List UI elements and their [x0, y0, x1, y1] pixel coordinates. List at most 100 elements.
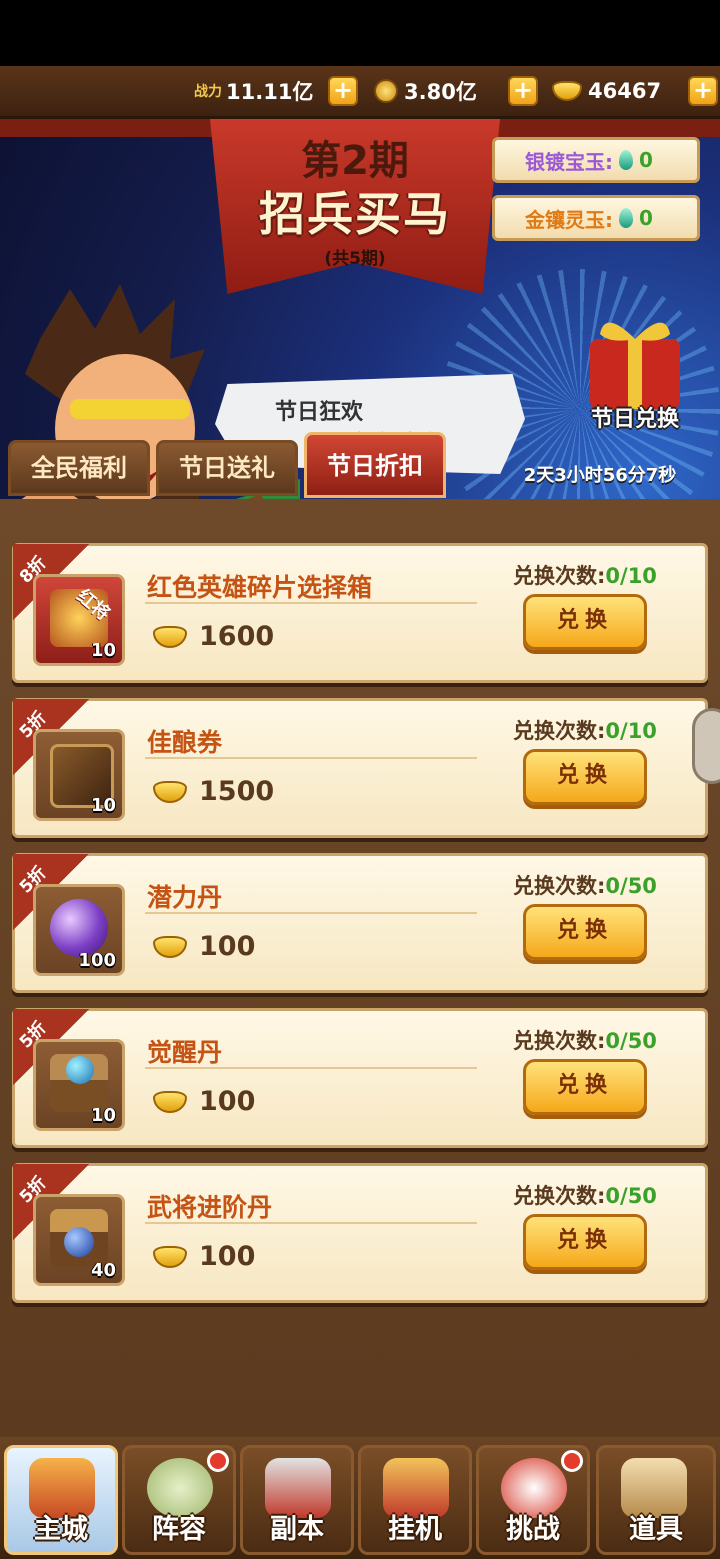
ingot-icon	[153, 625, 187, 648]
item-price: 1500	[153, 776, 274, 807]
price-value: 1500	[199, 776, 275, 807]
exchange-button[interactable]: 兑换	[523, 1059, 647, 1115]
festival-exchange-label[interactable]: 节日兑换	[572, 401, 698, 433]
ingot-value: 46467	[588, 79, 662, 103]
exchange-count: 兑换次数:0/50	[513, 1180, 657, 1210]
coin-icon	[374, 79, 398, 103]
countdown-timer: 2天3小时56分7秒	[523, 465, 677, 486]
nav-lineup[interactable]: 阵容	[122, 1445, 236, 1555]
coin-plus-button[interactable]: +	[508, 76, 538, 106]
slogan-line-1: 节日狂欢	[275, 400, 364, 425]
price-value: 100	[199, 1241, 256, 1272]
ingot-icon	[153, 1090, 187, 1113]
nav-label: 主城	[34, 1514, 88, 1545]
coin-display: 3.80亿	[374, 76, 477, 106]
item-icon-frame[interactable]: 40	[33, 1194, 125, 1286]
exchange-count: 兑换次数:0/50	[513, 1025, 657, 1055]
item-icon-frame[interactable]: 10	[33, 729, 125, 821]
item-icon-frame[interactable]: 红将 10	[33, 574, 125, 666]
coin-value: 3.80亿	[404, 80, 477, 104]
exchange-button[interactable]: 兑换	[523, 749, 647, 805]
item-quantity: 100	[78, 950, 116, 971]
gift-box-icon[interactable]	[580, 309, 690, 409]
tab-gift[interactable]: 节日送礼	[156, 440, 298, 496]
gold-jade-icon	[619, 208, 633, 228]
nav-idle[interactable]: 挂机	[358, 1445, 472, 1555]
ingot-plus-button[interactable]: +	[688, 76, 718, 106]
list-item: 8折 红将 10 红色英雄碎片选择箱 1600 兑换次数:0/10 兑换	[12, 543, 708, 683]
nav-label: 挑战	[506, 1514, 560, 1545]
divider	[145, 757, 477, 759]
potential-pill-icon	[50, 899, 108, 957]
exchange-button[interactable]: 兑换	[523, 594, 647, 650]
ingot-display: 46467	[552, 76, 661, 106]
count-value: 0/50	[605, 874, 657, 898]
nav-label: 阵容	[152, 1514, 206, 1545]
notification-dot	[561, 1450, 583, 1472]
item-name: 觉醒丹	[147, 1038, 223, 1067]
exchange-button[interactable]: 兑换	[523, 1214, 647, 1270]
item-quantity: 10	[90, 795, 116, 816]
count-label: 兑换次数:	[513, 1029, 606, 1053]
item-price: 1600	[153, 621, 274, 652]
list-item: 5折 100 潜力丹 100 兑换次数:0/50 兑换	[12, 853, 708, 993]
price-value: 100	[199, 1086, 256, 1117]
item-name: 佳酿券	[147, 728, 223, 757]
system-status-bar	[0, 0, 720, 66]
price-value: 100	[199, 931, 256, 962]
exchange-count: 兑换次数:0/10	[513, 715, 657, 745]
divider	[145, 602, 477, 604]
nav-items[interactable]: 道具	[596, 1445, 716, 1555]
item-quantity: 10	[90, 1105, 116, 1126]
orb-icon	[66, 1056, 94, 1084]
nav-challenge[interactable]: 挑战	[476, 1445, 590, 1555]
nav-main-city[interactable]: 主城	[4, 1445, 118, 1555]
item-price: 100	[153, 1086, 255, 1117]
resource-bar: 战力 11.11亿 + 3.80亿 + 46467 +	[0, 66, 720, 119]
item-name: 红色英雄碎片选择箱	[147, 573, 373, 602]
list-item: 5折 10 觉醒丹 100 兑换次数:0/50 兑换	[12, 1008, 708, 1148]
gold-jade-count: 0	[639, 206, 653, 230]
list-item: 5折 10 佳酿券 1500 兑换次数:0/10 兑换	[12, 698, 708, 838]
period-count: (共5期)	[324, 249, 386, 269]
bottom-nav: 主城 阵容 副本 挂机 挑战 道具	[0, 1437, 720, 1559]
power-value: 11.11亿	[226, 80, 314, 104]
item-icon-frame[interactable]: 10	[33, 1039, 125, 1131]
item-price: 100	[153, 1241, 255, 1272]
nav-dungeon[interactable]: 副本	[240, 1445, 354, 1555]
divider	[145, 1067, 477, 1069]
power-display: 战力 11.11亿	[194, 76, 313, 106]
gold-jade-counter: 金镶灵玉: 0	[492, 195, 700, 241]
exchange-count: 兑换次数:0/10	[513, 560, 657, 590]
item-quantity: 40	[90, 1260, 116, 1281]
orb-icon	[64, 1227, 94, 1257]
nav-label: 副本	[270, 1514, 324, 1545]
ingot-icon	[153, 1245, 187, 1268]
count-label: 兑换次数:	[513, 874, 606, 898]
tab-discount[interactable]: 节日折扣	[304, 432, 446, 498]
exchange-button[interactable]: 兑换	[523, 904, 647, 960]
side-expand-handle[interactable]	[692, 708, 720, 784]
tab-welfare[interactable]: 全民福利	[8, 440, 150, 496]
silver-jade-count: 0	[639, 148, 653, 172]
item-quantity: 10	[90, 640, 116, 661]
notification-dot	[207, 1450, 229, 1472]
count-label: 兑换次数:	[513, 564, 606, 588]
item-name: 潜力丹	[147, 883, 223, 912]
item-icon-frame[interactable]: 100	[33, 884, 125, 976]
item-name: 武将进阶丹	[147, 1193, 273, 1222]
count-value: 0/50	[605, 1029, 657, 1053]
count-label: 兑换次数:	[513, 1184, 606, 1208]
power-plus-button[interactable]: +	[328, 76, 358, 106]
divider	[145, 912, 477, 914]
exchange-count: 兑换次数:0/50	[513, 870, 657, 900]
event-name: 招兵买马	[259, 187, 451, 241]
gold-jade-label: 金镶灵玉:	[525, 207, 613, 232]
power-label: 战力	[194, 84, 222, 100]
count-value: 0/10	[605, 719, 657, 743]
silver-jade-counter: 银镀宝玉: 0	[492, 137, 700, 183]
silver-jade-label: 银镀宝玉:	[525, 149, 613, 174]
count-value: 0/10	[605, 564, 657, 588]
item-price: 100	[153, 931, 255, 962]
nav-label: 道具	[629, 1514, 683, 1545]
